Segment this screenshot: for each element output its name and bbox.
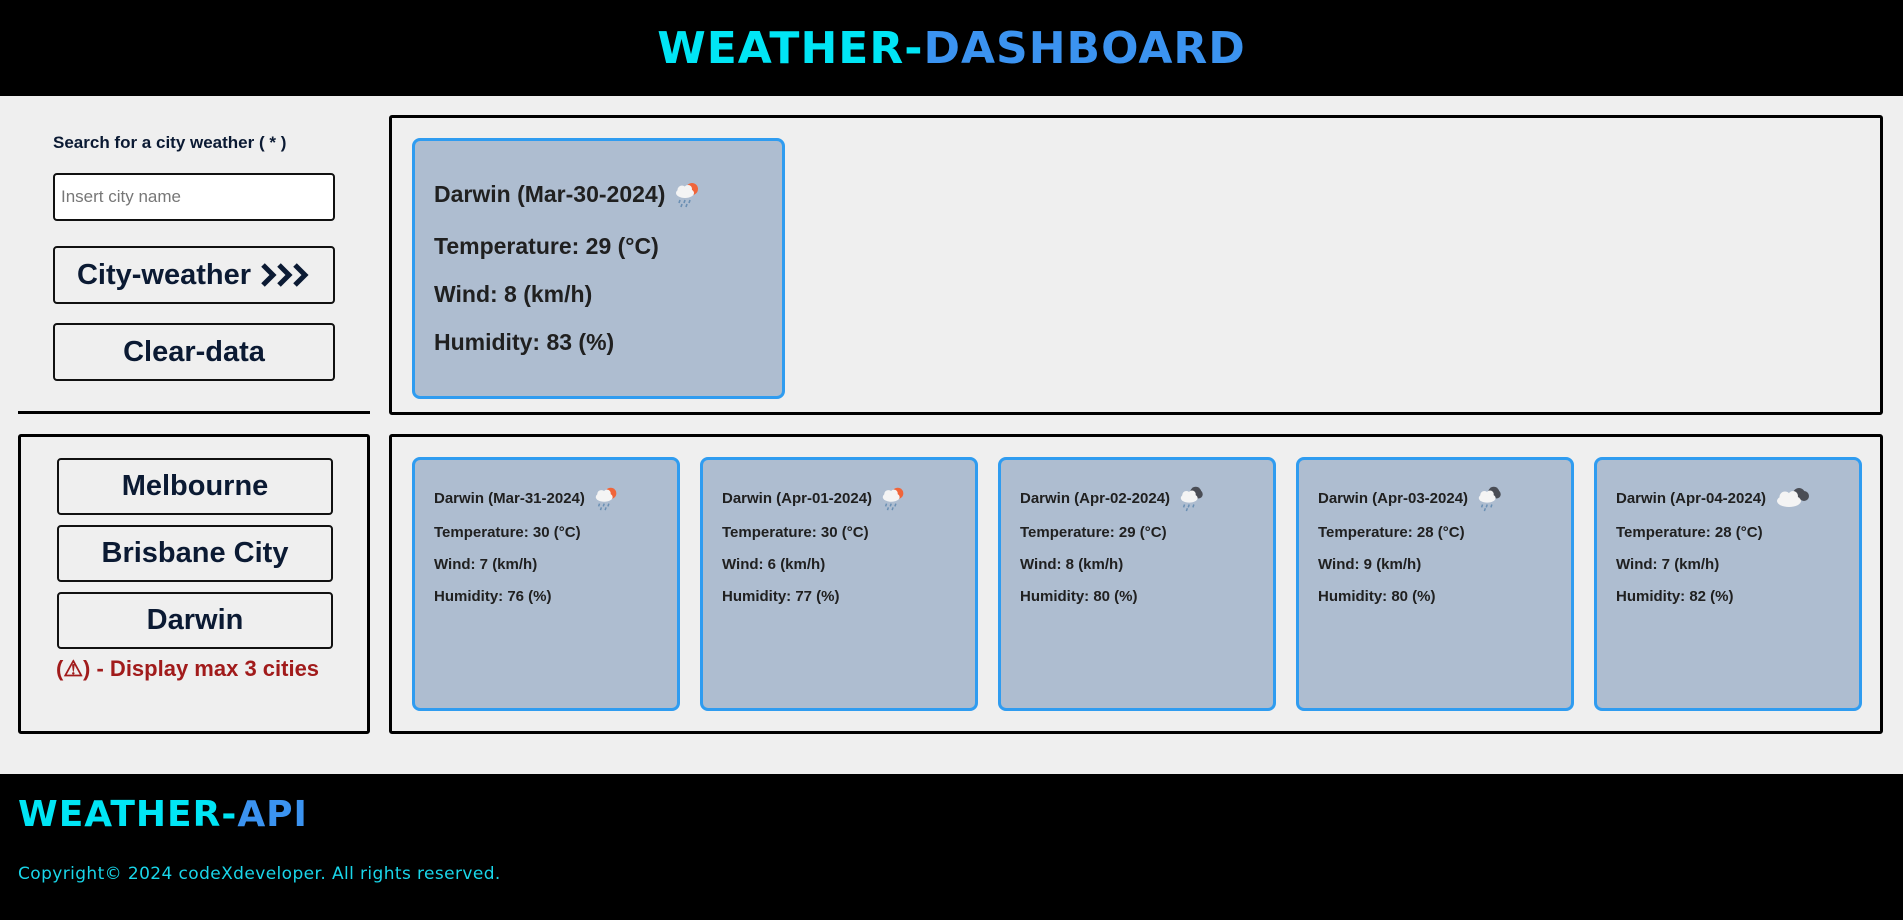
forecast-card: Darwin (Apr-01-2024) Temperature: 30 (°C… [700, 457, 978, 711]
forecast-wind: Wind: 7 (km/h) [434, 556, 538, 573]
forecast-title: Darwin (Apr-04-2024) [1616, 484, 1812, 512]
rain-dark-cloud-icon [1178, 484, 1206, 512]
forecast-card: Darwin (Mar-31-2024) Temperature: 30 (°C… [412, 457, 680, 711]
city-weather-button[interactable]: City-weather [53, 246, 335, 304]
title-part-2: DASHBOARD [923, 22, 1246, 74]
forecast-temperature: Temperature: 30 (°C) [722, 524, 869, 541]
forecast-title: Darwin (Mar-31-2024) [434, 484, 621, 512]
current-weather-title: Darwin (Mar-30-2024) [434, 179, 703, 209]
forecast-wind: Wind: 6 (km/h) [722, 556, 826, 573]
current-wind: Wind: 8 (km/h) [434, 281, 593, 307]
forecast-city-date: Darwin (Apr-03-2024) [1318, 489, 1469, 507]
forecast-panel: Darwin (Mar-31-2024) Temperature: 30 (°C… [389, 434, 1883, 734]
footer-title-part-2: API [237, 794, 308, 835]
current-temperature: Temperature: 29 (°C) [434, 233, 659, 259]
light-rain-sun-icon [880, 484, 908, 512]
forecast-temperature: Temperature: 29 (°C) [1020, 524, 1167, 541]
light-rain-sun-icon [673, 179, 703, 209]
forecast-humidity: Humidity: 82 (%) [1616, 588, 1734, 605]
forecast-humidity: Humidity: 80 (%) [1020, 588, 1138, 605]
max-cities-warning: (⚠) - Display max 3 cities [56, 656, 320, 681]
current-humidity: Humidity: 83 (%) [434, 329, 615, 355]
search-label: Search for a city weather ( * ) [53, 133, 287, 152]
forecast-city-date: Darwin (Mar-31-2024) [434, 489, 585, 507]
forecast-title: Darwin (Apr-01-2024) [722, 484, 908, 512]
forecast-temperature: Temperature: 30 (°C) [434, 524, 581, 541]
current-weather-panel: Darwin (Mar-30-2024) Temperature: 29 (°C… [389, 115, 1883, 415]
rain-dark-cloud-icon [1476, 484, 1504, 512]
forecast-temperature: Temperature: 28 (°C) [1616, 524, 1763, 541]
search-section: Search for a city weather ( * ) City-wea… [18, 118, 370, 414]
light-rain-sun-icon [593, 484, 621, 512]
forecast-city-date: Darwin (Apr-01-2024) [722, 489, 873, 507]
forecast-humidity: Humidity: 76 (%) [434, 588, 552, 605]
history-city-button[interactable]: Brisbane City [57, 525, 333, 582]
forecast-city-date: Darwin (Apr-02-2024) [1020, 489, 1171, 507]
page-header: WEATHER- DASHBOARD [0, 0, 1903, 96]
forecast-title: Darwin (Apr-03-2024) [1318, 484, 1504, 512]
history-city-button[interactable]: Melbourne [57, 458, 333, 515]
forecast-city-date: Darwin (Apr-04-2024) [1616, 489, 1767, 507]
history-city-button[interactable]: Darwin [57, 592, 333, 649]
forecast-humidity: Humidity: 80 (%) [1318, 588, 1436, 605]
city-weather-button-label: City-weather [76, 258, 252, 291]
broken-clouds-icon [1774, 484, 1812, 512]
footer-title: WEATHER- API [18, 794, 308, 835]
title-part-1: WEATHER- [657, 22, 924, 74]
forecast-wind: Wind: 7 (km/h) [1616, 556, 1720, 573]
page-title: WEATHER- DASHBOARD [657, 23, 1246, 74]
city-search-input[interactable] [53, 173, 335, 221]
forecast-title: Darwin (Apr-02-2024) [1020, 484, 1206, 512]
forecast-card: Darwin (Apr-02-2024) Temperature: 29 (°C… [998, 457, 1276, 711]
forecast-temperature: Temperature: 28 (°C) [1318, 524, 1465, 541]
page-footer: WEATHER- API Copyright© 2024 codeXdevelop… [0, 774, 1903, 920]
forecast-card: Darwin (Apr-03-2024) Temperature: 28 (°C… [1296, 457, 1574, 711]
forecast-wind: Wind: 8 (km/h) [1020, 556, 1124, 573]
clear-data-button[interactable]: Clear-data [53, 323, 335, 381]
triple-chevron-right-icon [261, 262, 311, 288]
forecast-card: Darwin (Apr-04-2024) Temperature: 28 (°C… [1594, 457, 1862, 711]
current-weather-city-date: Darwin (Mar-30-2024) [434, 180, 666, 207]
footer-title-part-1: WEATHER- [18, 794, 238, 835]
copyright-text: Copyright© 2024 codeXdeveloper. All righ… [18, 864, 501, 884]
forecast-humidity: Humidity: 77 (%) [722, 588, 840, 605]
search-history: Melbourne Brisbane City Darwin (⚠) - Dis… [18, 434, 370, 734]
current-weather-card: Darwin (Mar-30-2024) Temperature: 29 (°C… [412, 138, 785, 399]
forecast-wind: Wind: 9 (km/h) [1318, 556, 1422, 573]
